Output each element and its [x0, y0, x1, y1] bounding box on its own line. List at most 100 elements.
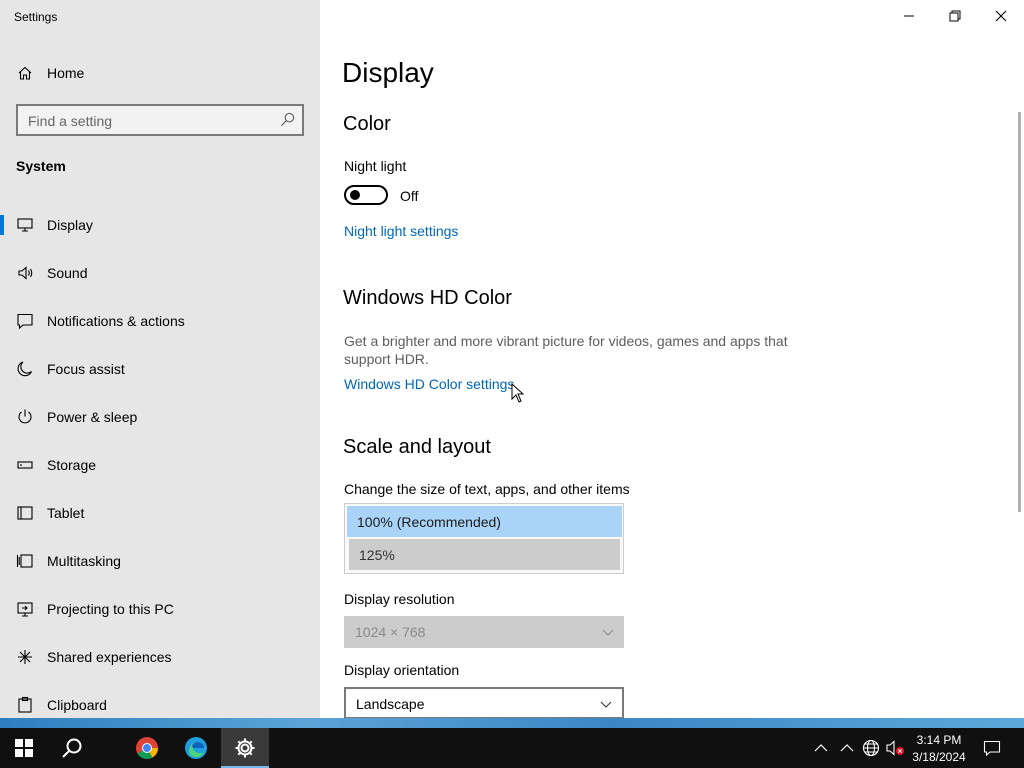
- night-light-state: Off: [400, 188, 419, 204]
- orientation-value: Landscape: [356, 696, 425, 712]
- search-icon: [62, 738, 82, 758]
- orientation-dropdown[interactable]: Landscape: [344, 687, 624, 719]
- projecting-icon: [16, 600, 34, 618]
- desktop-background: [0, 718, 1024, 728]
- sidebar-item-focus-assist[interactable]: Focus assist: [0, 345, 320, 393]
- taskbar-clock[interactable]: 3:14 PM 3/18/2024: [908, 730, 970, 766]
- moon-icon: [16, 360, 34, 378]
- active-indicator: [0, 215, 4, 235]
- start-button[interactable]: [0, 728, 48, 768]
- shared-icon: [16, 648, 34, 666]
- minimize-icon: [904, 15, 914, 17]
- edge-icon: [185, 737, 207, 759]
- action-center-button[interactable]: [982, 738, 1002, 758]
- chevron-down-icon: [600, 701, 612, 708]
- network-tray-button[interactable]: [861, 738, 881, 758]
- speaker-icon: [16, 264, 34, 282]
- hdr-description: Get a brighter and more vibrant picture …: [344, 333, 788, 367]
- tablet-icon: [16, 504, 34, 522]
- night-light-toggle[interactable]: [344, 185, 388, 205]
- search-icon[interactable]: [280, 112, 295, 127]
- scale-option-125[interactable]: 125%: [349, 539, 620, 570]
- sidebar-item-label: Multitasking: [47, 553, 121, 569]
- sidebar-item-label: Home: [47, 65, 85, 81]
- resolution-label: Display resolution: [344, 591, 455, 607]
- tray-chevron-button[interactable]: [837, 738, 857, 758]
- chevron-up-icon: [814, 744, 828, 752]
- toggle-knob: [350, 190, 360, 200]
- sidebar: Settings Home System Display Sound: [0, 0, 320, 718]
- resolution-dropdown[interactable]: 1024 × 768: [344, 616, 624, 648]
- globe-icon: [862, 739, 880, 757]
- settings-icon: [235, 738, 255, 758]
- orientation-label: Display orientation: [344, 662, 460, 678]
- clipboard-icon: [16, 696, 34, 714]
- sidebar-item-label: Power & sleep: [47, 409, 138, 425]
- sidebar-item-tablet[interactable]: Tablet: [0, 489, 320, 537]
- taskbar-settings[interactable]: [221, 728, 269, 768]
- start-icon: [15, 739, 33, 757]
- hdr-settings-link[interactable]: Windows HD Color settings: [344, 376, 514, 392]
- scale-dropdown-list[interactable]: 100% (Recommended) 125%: [344, 503, 624, 574]
- storage-icon: [16, 456, 34, 474]
- sidebar-item-home[interactable]: Home: [0, 56, 320, 90]
- sidebar-item-shared-experiences[interactable]: Shared experiences: [0, 633, 320, 681]
- taskbar-search-button[interactable]: [48, 728, 96, 768]
- sidebar-item-power-sleep[interactable]: Power & sleep: [0, 393, 320, 441]
- restore-button[interactable]: [932, 0, 978, 32]
- sidebar-item-notifications[interactable]: Notifications & actions: [0, 297, 320, 345]
- chevron-up-icon: [840, 744, 854, 752]
- search-input[interactable]: [28, 111, 268, 131]
- section-heading: System: [16, 158, 66, 174]
- sidebar-item-sound[interactable]: Sound: [0, 249, 320, 297]
- clock-time: 3:14 PM: [916, 733, 962, 747]
- sidebar-item-multitasking[interactable]: Multitasking: [0, 537, 320, 585]
- notification-icon: [983, 740, 1001, 757]
- restore-icon: [949, 10, 961, 22]
- home-icon: [17, 65, 33, 81]
- sidebar-nav: Display Sound Notifications & actions Fo…: [0, 201, 320, 729]
- power-icon: [16, 408, 34, 426]
- show-hidden-icons-button[interactable]: [811, 738, 831, 758]
- taskbar: 3:14 PM 3/18/2024: [0, 728, 1024, 768]
- notification-icon: [16, 312, 34, 330]
- clock-date: 3/18/2024: [912, 750, 966, 764]
- minimize-button[interactable]: [886, 0, 932, 32]
- page-title: Display: [342, 57, 434, 88]
- sidebar-item-display[interactable]: Display: [0, 201, 320, 249]
- color-heading: Color: [343, 113, 391, 135]
- app-title: Settings: [14, 10, 58, 24]
- sidebar-item-label: Clipboard: [47, 697, 107, 713]
- resolution-value: 1024 × 768: [355, 624, 426, 640]
- scale-heading: Scale and layout: [343, 436, 491, 458]
- scale-option-100[interactable]: 100% (Recommended): [347, 506, 622, 537]
- volume-tray-button[interactable]: [885, 738, 905, 758]
- sidebar-item-projecting[interactable]: Projecting to this PC: [0, 585, 320, 633]
- monitor-icon: [16, 216, 34, 234]
- night-light-label: Night light: [344, 158, 407, 174]
- change-size-label: Change the size of text, apps, and other…: [344, 481, 630, 497]
- sidebar-item-storage[interactable]: Storage: [0, 441, 320, 489]
- sidebar-item-label: Shared experiences: [47, 649, 172, 665]
- multitasking-icon: [16, 552, 34, 570]
- sidebar-item-label: Tablet: [47, 505, 85, 521]
- volume-muted-icon: [886, 740, 904, 756]
- close-button[interactable]: [978, 0, 1024, 32]
- search-box[interactable]: [16, 104, 304, 136]
- hdr-heading: Windows HD Color: [343, 287, 512, 309]
- option-label: 125%: [359, 547, 395, 563]
- night-light-settings-link[interactable]: Night light settings: [344, 223, 458, 239]
- option-label: 100% (Recommended): [357, 514, 501, 530]
- scrollbar[interactable]: [1018, 112, 1021, 512]
- sidebar-item-label: Sound: [47, 265, 88, 281]
- mouse-cursor-icon: [511, 383, 525, 403]
- close-icon: [995, 10, 1007, 22]
- sidebar-item-label: Projecting to this PC: [47, 601, 174, 617]
- chrome-icon: [136, 737, 158, 759]
- chevron-down-icon: [602, 629, 614, 636]
- taskbar-chrome[interactable]: [123, 728, 171, 768]
- taskbar-edge[interactable]: [172, 728, 220, 768]
- sidebar-item-label: Focus assist: [47, 361, 125, 377]
- sidebar-item-label: Notifications & actions: [47, 313, 185, 329]
- sidebar-item-label: Display: [47, 217, 93, 233]
